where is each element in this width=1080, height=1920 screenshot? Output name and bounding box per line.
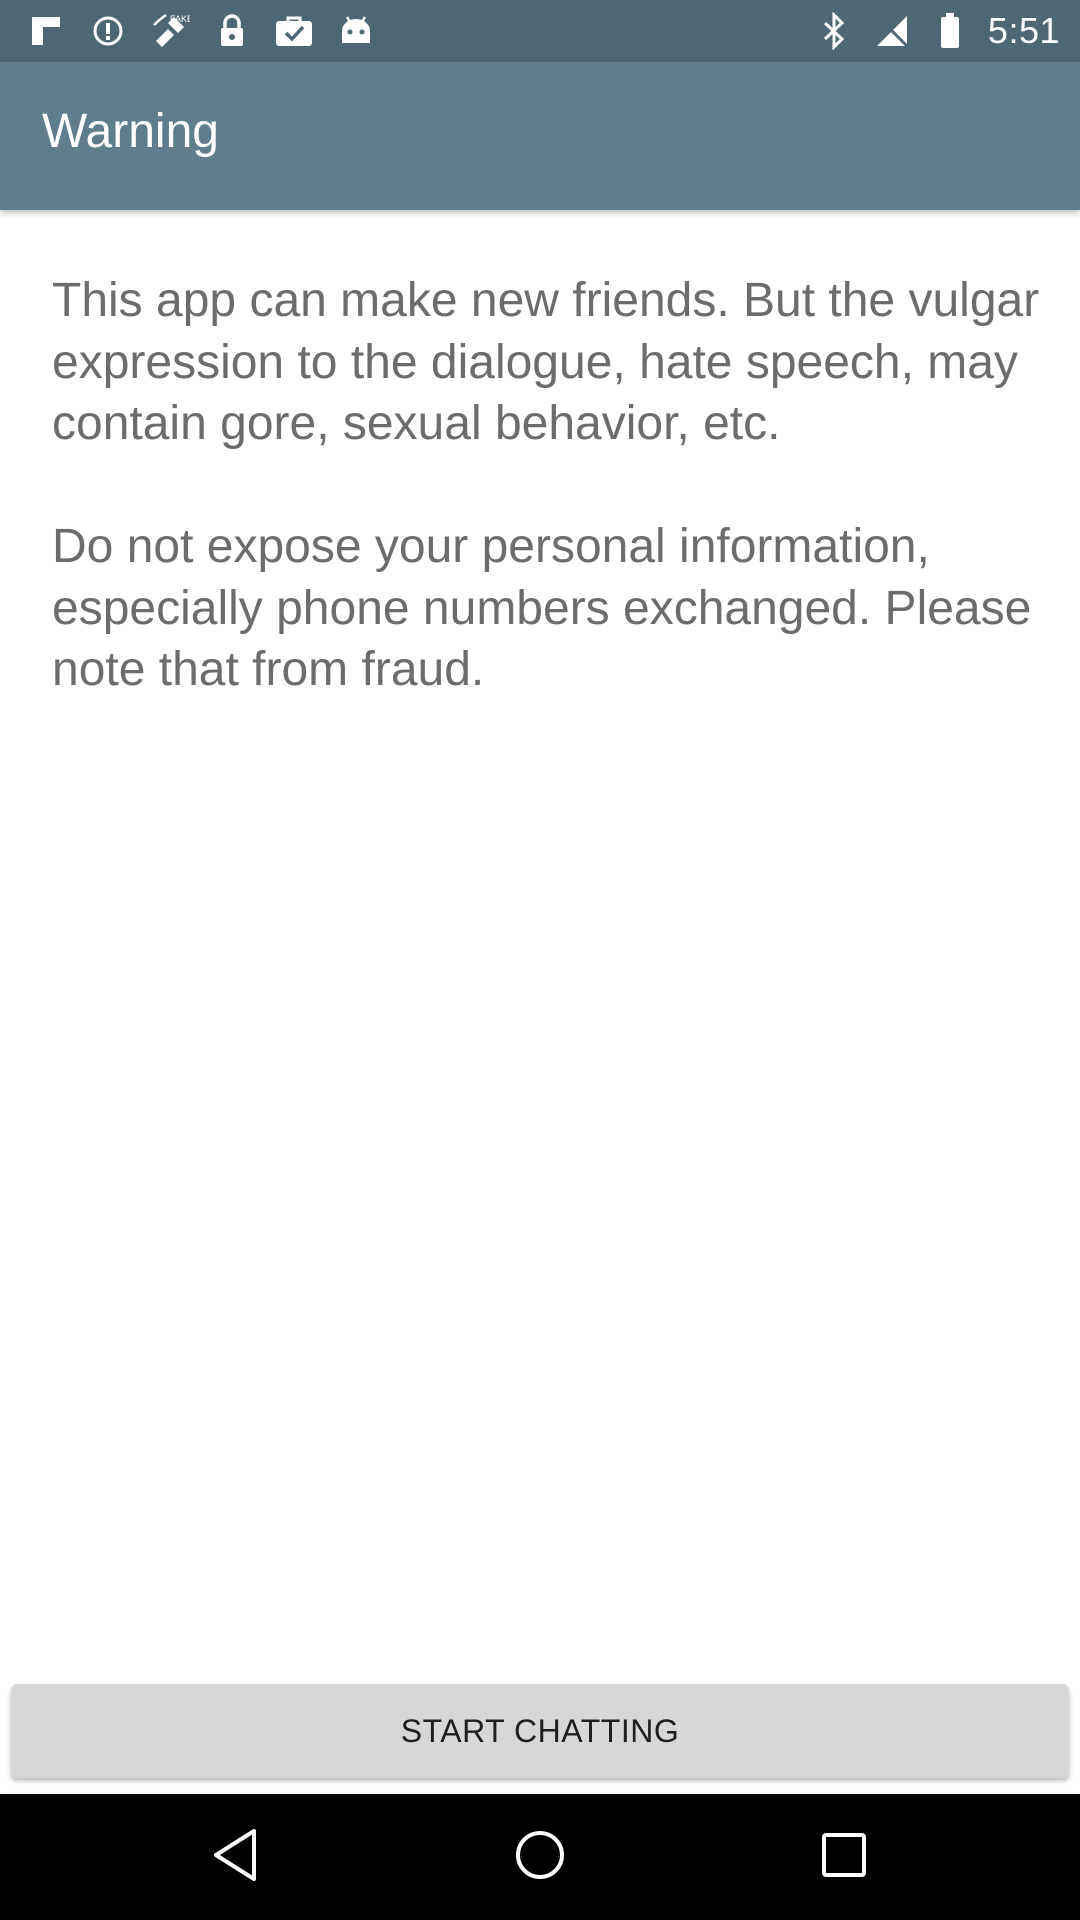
system-icons: 5:51 (814, 0, 1060, 62)
lock-icon (212, 11, 252, 51)
start-chatting-button[interactable]: START CHATTING (11, 1684, 1069, 1778)
notification-icons: FAKE (26, 0, 376, 62)
svg-text:FAKE: FAKE (170, 14, 190, 24)
android-icon (336, 11, 376, 51)
warning-message: This app can make new friends. But the v… (52, 270, 1042, 701)
home-button[interactable] (460, 1794, 620, 1920)
page-title: Warning (42, 105, 219, 158)
bluetooth-icon (814, 11, 854, 51)
home-icon (514, 1829, 566, 1886)
navigation-bar (0, 1794, 1080, 1920)
recents-icon (821, 1832, 867, 1883)
warning-paragraph-privacy: Do not expose your personal information,… (52, 520, 1045, 696)
signal-off-icon (872, 11, 912, 51)
battery-icon (930, 11, 970, 51)
briefcase-check-icon (274, 11, 314, 51)
data-saver-icon (88, 11, 128, 51)
back-button[interactable] (156, 1794, 316, 1920)
status-time: 5:51 (987, 10, 1060, 51)
recents-button[interactable] (764, 1794, 924, 1920)
back-icon (210, 1827, 262, 1888)
warning-paragraph-content: This app can make new friends. But the v… (52, 274, 1053, 450)
fake-gps-icon: FAKE (150, 11, 190, 51)
flipboard-icon (26, 11, 66, 51)
app-bar: Warning (0, 62, 1080, 210)
status-bar: FAKE 5:51 (0, 0, 1080, 62)
